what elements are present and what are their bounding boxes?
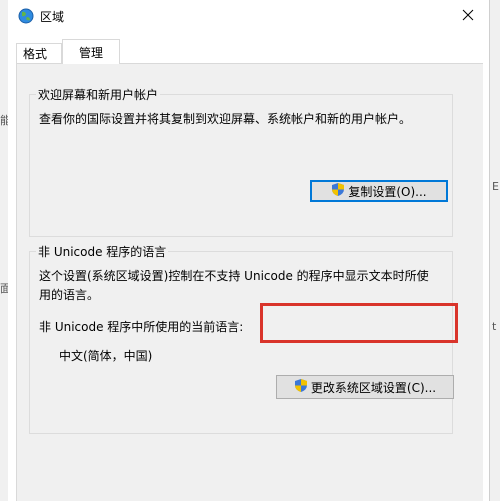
tab-panel: 欢迎屏幕和新用户帐户 查看你的国际设置并将其复制到欢迎屏幕、系统帐户和新的用户帐… [16, 63, 483, 501]
tab-label: 管理 [78, 45, 103, 60]
globe-icon [18, 8, 34, 24]
group-label: 欢迎屏幕和新用户帐户 [36, 86, 161, 103]
region-dialog: 区域 格式 管理 欢迎屏幕和新用户帐户 查看你的国际设置并将其复制到欢迎屏幕、系… [8, 0, 489, 501]
welcome-description: 查看你的国际设置并将其复制到欢迎屏幕、系统帐户和新的用户帐户。 [39, 112, 412, 126]
current-language-label: 非 Unicode 程序中所使用的当前语言: [39, 320, 244, 334]
change-system-locale-button[interactable]: 更改系统区域设置(C)... [276, 375, 454, 399]
shield-icon [294, 378, 308, 396]
close-button[interactable] [447, 0, 489, 32]
background-window-right-edge: E t [489, 0, 500, 501]
title-bar[interactable]: 区域 [8, 0, 489, 32]
group-label: 非 Unicode 程序的语言 [36, 243, 169, 260]
tab-administrative[interactable]: 管理 [62, 39, 120, 64]
close-icon [462, 9, 474, 24]
welcome-screen-group: 欢迎屏幕和新用户帐户 查看你的国际设置并将其复制到欢迎屏幕、系统帐户和新的用户帐… [29, 86, 453, 237]
current-language-value: 中文(简体，中国) [59, 349, 153, 363]
button-label: 更改系统区域设置(C)... [310, 380, 437, 395]
non-unicode-description-line2: 用的语言。 [39, 288, 100, 302]
tab-label: 格式 [23, 47, 48, 61]
background-text-fragment: E [492, 180, 499, 193]
background-text-fragment: t [492, 320, 497, 333]
non-unicode-description-line1: 这个设置(系统区域设置)控制在不支持 Unicode 的程序中显示文本时所使 [39, 269, 429, 283]
shield-icon [331, 182, 345, 200]
tab-format[interactable]: 格式 [16, 43, 62, 63]
window-title: 区域 [40, 10, 65, 24]
copy-settings-button[interactable]: 复制设置(O)... [310, 180, 448, 202]
button-label: 复制设置(O)... [348, 184, 427, 199]
non-unicode-group: 非 Unicode 程序的语言 这个设置(系统区域设置)控制在不支持 Unico… [29, 243, 454, 434]
